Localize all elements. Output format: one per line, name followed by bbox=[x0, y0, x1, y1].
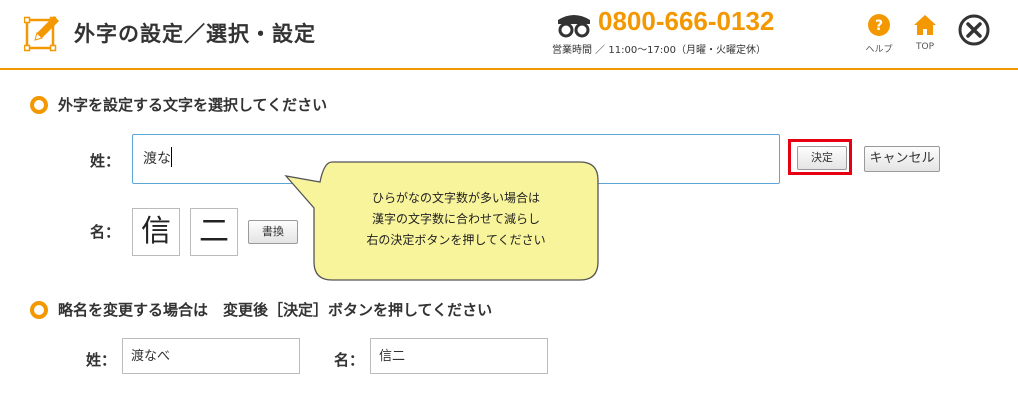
bullet-icon bbox=[30, 301, 48, 319]
top-label: TOP bbox=[915, 42, 934, 52]
given-name-label: 名： bbox=[90, 223, 121, 241]
close-icon[interactable] bbox=[958, 14, 990, 46]
bullet-icon bbox=[30, 96, 48, 114]
hint-line: 漢字の文字数に合わせて減らし bbox=[371, 212, 540, 226]
home-icon bbox=[914, 15, 936, 35]
surname-label: 姓： bbox=[90, 152, 121, 170]
free-dial-icon bbox=[558, 15, 590, 38]
hint-text: ひらがなの文字数が多い場合は 漢字の文字数に合わせて減らし 右の決定ボタンを押し… bbox=[318, 188, 594, 251]
section-select-chars-title: 外字を設定する文字を選択してください bbox=[58, 96, 328, 114]
business-hours: 営業時間 ／ 11:00〜17:00（月曜・火曜定休） bbox=[552, 45, 766, 56]
abbrev-given-input[interactable]: 信二 bbox=[370, 338, 548, 374]
abbrev-surname-input[interactable]: 渡なべ bbox=[122, 338, 300, 374]
abbrev-surname-label: 姓： bbox=[86, 351, 117, 369]
hint-line: 右の決定ボタンを押してください bbox=[366, 233, 546, 247]
header-bar: 外字の設定／選択・設定 0800-666-0132 営業時間 ／ 11:00〜1… bbox=[0, 0, 1018, 70]
given-char-box[interactable]: 二 bbox=[190, 208, 238, 256]
hint-line: ひらがなの文字数が多い場合は bbox=[371, 191, 540, 205]
abbrev-given-label: 名： bbox=[334, 351, 365, 369]
svg-text:?: ? bbox=[875, 18, 883, 34]
help-icon: ? bbox=[868, 14, 890, 36]
help-button[interactable]: ? ヘルプ bbox=[857, 14, 901, 58]
top-button[interactable]: TOP bbox=[903, 14, 947, 58]
help-label: ヘルプ bbox=[865, 45, 893, 55]
section-abbrev-heading: 略名を変更する場合は 変更後［決定］ボタンを押してください bbox=[30, 299, 492, 320]
page-title: 外字の設定／選択・設定 bbox=[74, 22, 316, 46]
surname-input-value: 渡な bbox=[143, 151, 171, 167]
section-abbrev-title: 略名を変更する場合は 変更後［決定］ボタンを押してください bbox=[58, 301, 493, 319]
text-caret bbox=[171, 147, 172, 167]
edit-icon bbox=[24, 16, 59, 52]
phone-number: 0800-666-0132 bbox=[598, 6, 775, 36]
given-char-box[interactable]: 信 bbox=[132, 208, 180, 256]
section-select-chars-heading: 外字を設定する文字を選択してください bbox=[30, 94, 327, 115]
decide-button[interactable]: 決定 bbox=[797, 146, 847, 170]
cancel-button[interactable]: キャンセル bbox=[864, 146, 940, 172]
